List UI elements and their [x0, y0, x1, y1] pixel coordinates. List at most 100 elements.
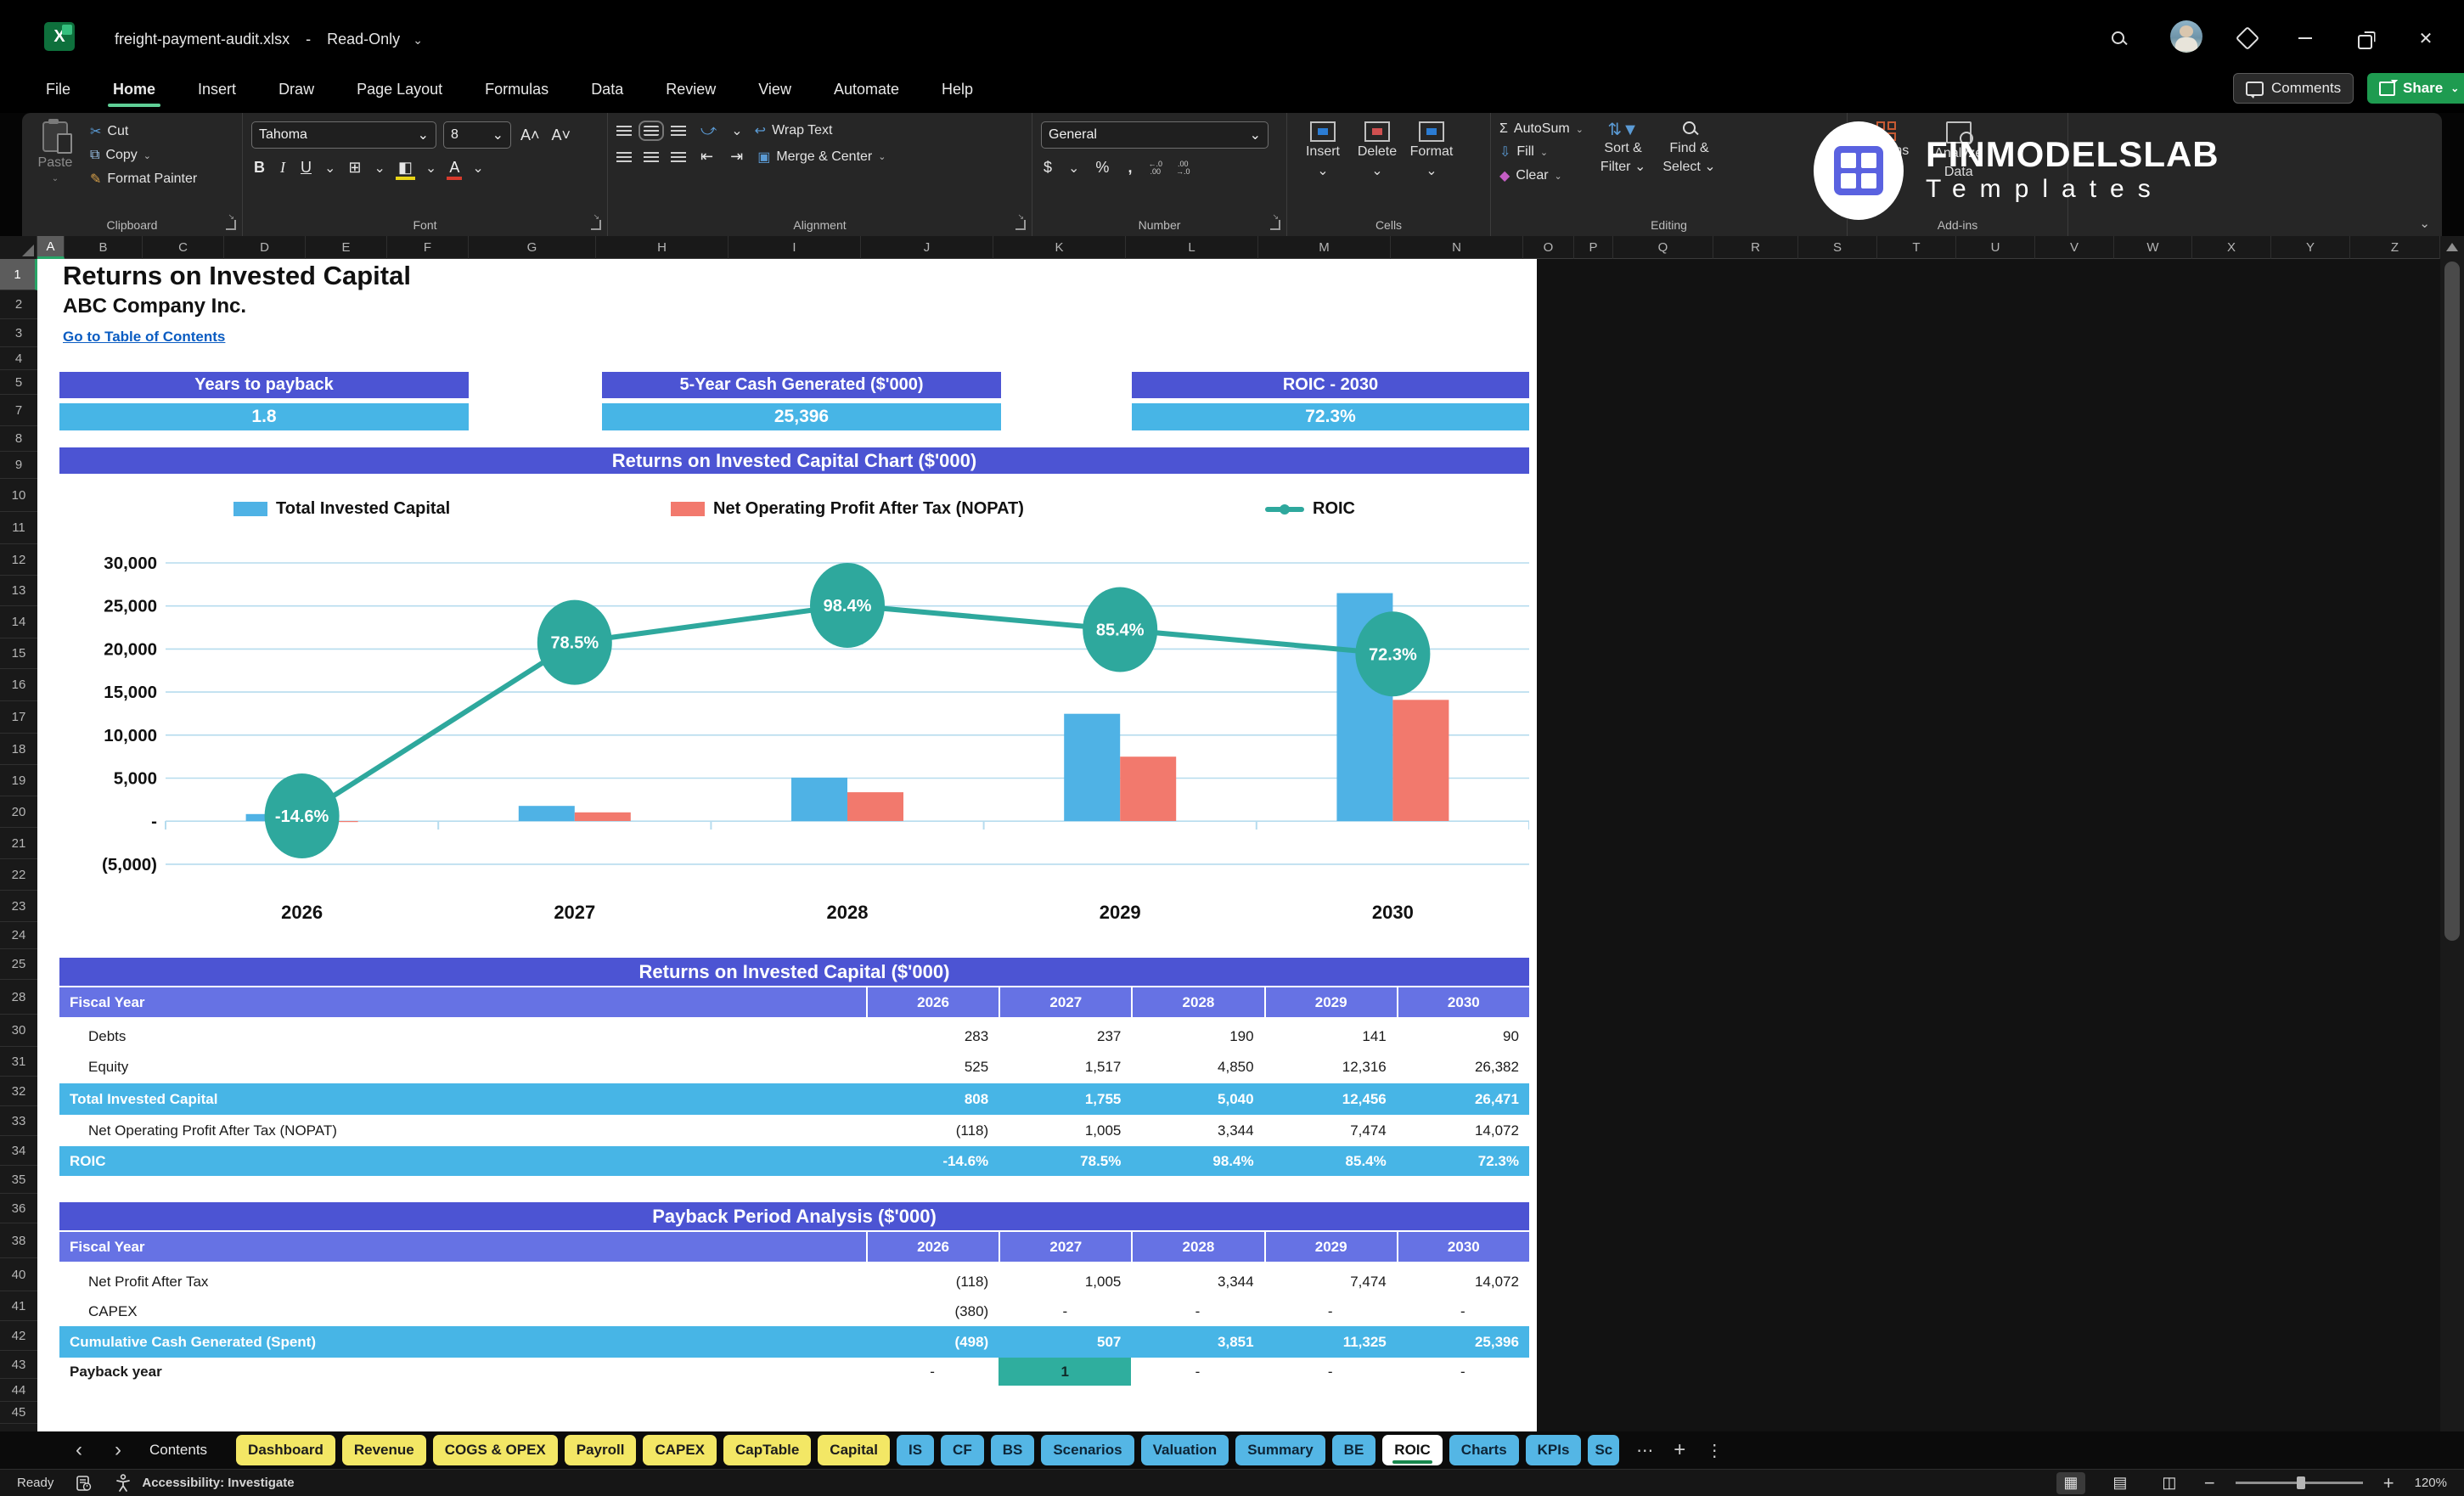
- next-sheet-arrow-icon[interactable]: ›: [98, 1438, 138, 1462]
- column-header-X[interactable]: X: [2192, 236, 2271, 259]
- search-icon[interactable]: [2106, 25, 2131, 51]
- column-header-Q[interactable]: Q: [1613, 236, 1713, 259]
- underline-button[interactable]: U: [298, 159, 314, 177]
- cut-button[interactable]: ✂ Cut: [90, 123, 197, 140]
- row-header-15[interactable]: 15: [0, 638, 37, 669]
- column-header-P[interactable]: P: [1574, 236, 1613, 259]
- row-header-38[interactable]: 38: [0, 1223, 37, 1258]
- menu-tab-view[interactable]: View: [757, 76, 793, 104]
- row-header-2[interactable]: 2: [0, 290, 37, 319]
- decrease-decimal-button[interactable]: .00 →.0: [1176, 160, 1190, 176]
- row-header-10[interactable]: 10: [0, 479, 37, 512]
- column-header-U[interactable]: U: [1956, 236, 2035, 259]
- column-header-H[interactable]: H: [596, 236, 729, 259]
- minimize-button[interactable]: [2292, 25, 2318, 51]
- menu-tab-formulas[interactable]: Formulas: [483, 76, 550, 104]
- column-header-T[interactable]: T: [1877, 236, 1956, 259]
- row-header-3[interactable]: 3: [0, 319, 37, 347]
- sheet-tab-roic[interactable]: ROIC: [1382, 1435, 1443, 1465]
- column-header-G[interactable]: G: [469, 236, 596, 259]
- row-header-22[interactable]: 22: [0, 859, 37, 891]
- wrap-text-button[interactable]: ↩ Wrap Text: [755, 122, 833, 139]
- sheet-tab-sc[interactable]: Sc: [1588, 1435, 1620, 1465]
- menu-tab-help[interactable]: Help: [940, 76, 975, 104]
- sheet-tab-charts[interactable]: Charts: [1449, 1435, 1519, 1465]
- fill-button[interactable]: ⇩ Fill ⌄: [1499, 143, 1584, 160]
- row-header-1[interactable]: 1: [0, 259, 37, 290]
- copy-button[interactable]: ⧉ Copy ⌄: [90, 148, 197, 163]
- row-header-41[interactable]: 41: [0, 1291, 37, 1321]
- row-header-43[interactable]: 43: [0, 1351, 37, 1379]
- column-header-K[interactable]: K: [993, 236, 1126, 259]
- column-header-C[interactable]: C: [143, 236, 224, 259]
- align-middle-button[interactable]: [639, 120, 664, 141]
- insert-cells-button[interactable]: Insert ⌄: [1296, 121, 1350, 179]
- number-format-select[interactable]: General ⌄: [1041, 121, 1269, 149]
- row-header-19[interactable]: 19: [0, 765, 37, 796]
- new-sheet-button[interactable]: +: [1674, 1438, 1685, 1462]
- format-painter-button[interactable]: ✎ Format Painter: [90, 171, 197, 188]
- workbook-statistics-icon[interactable]: [76, 1475, 93, 1492]
- row-header-42[interactable]: 42: [0, 1321, 37, 1351]
- zoom-slider[interactable]: [2235, 1476, 2363, 1489]
- comma-style-button[interactable]: ,: [1125, 159, 1134, 177]
- sheet-tab-capital[interactable]: Capital: [818, 1435, 890, 1465]
- align-bottom-button[interactable]: [671, 125, 686, 136]
- accounting-format-button[interactable]: $: [1041, 159, 1055, 177]
- sheet-tab-dashboard[interactable]: Dashboard: [236, 1435, 335, 1465]
- sheet-tab-valuation[interactable]: Valuation: [1140, 1435, 1229, 1465]
- clipboard-dialog-launcher-icon[interactable]: [226, 212, 236, 230]
- column-header-A[interactable]: A: [37, 236, 65, 259]
- row-header-28[interactable]: 28: [0, 980, 37, 1015]
- merge-center-button[interactable]: ▣ Merge & Center ⌄: [757, 149, 886, 166]
- percent-style-button[interactable]: %: [1093, 159, 1111, 177]
- row-header-24[interactable]: 24: [0, 922, 37, 949]
- tab-options-kebab-icon[interactable]: ⋮: [1706, 1440, 1723, 1461]
- restore-button[interactable]: [2352, 29, 2377, 54]
- collapse-ribbon-chevron-icon[interactable]: ⌄: [2419, 216, 2430, 231]
- comments-button[interactable]: Comments: [2233, 73, 2354, 104]
- row-header-35[interactable]: 35: [0, 1166, 37, 1194]
- row-header-30[interactable]: 30: [0, 1015, 37, 1047]
- italic-button[interactable]: I: [278, 159, 288, 177]
- sheet-tab-scenarios[interactable]: Scenarios: [1041, 1435, 1134, 1465]
- normal-view-button[interactable]: ▦: [2056, 1471, 2085, 1494]
- column-header-J[interactable]: J: [861, 236, 993, 259]
- format-cells-button[interactable]: Format ⌄: [1404, 121, 1459, 179]
- document-title[interactable]: freight-payment-audit.xlsx - Read-Only ⌄: [115, 31, 423, 48]
- column-header-W[interactable]: W: [2114, 236, 2192, 259]
- zoom-out-button[interactable]: −: [2204, 1472, 2215, 1494]
- align-right-button[interactable]: [671, 151, 686, 162]
- prev-sheet-arrow-icon[interactable]: ‹: [59, 1438, 98, 1462]
- row-header-11[interactable]: 11: [0, 512, 37, 544]
- clear-button[interactable]: ◆ Clear ⌄: [1499, 167, 1584, 184]
- column-header-E[interactable]: E: [306, 236, 387, 259]
- sheet-tab-bs[interactable]: BS: [990, 1435, 1035, 1465]
- decrease-indent-button[interactable]: ⇤: [698, 148, 716, 166]
- menu-tab-review[interactable]: Review: [664, 76, 717, 104]
- column-header-Y[interactable]: Y: [2271, 236, 2350, 259]
- orientation-button[interactable]: ⤻: [698, 121, 719, 139]
- row-header-12[interactable]: 12: [0, 544, 37, 576]
- column-header-F[interactable]: F: [387, 236, 469, 259]
- menu-tab-data[interactable]: Data: [589, 76, 625, 104]
- sort-filter-button[interactable]: ⇅▼ Sort & Filter ⌄: [1600, 121, 1645, 184]
- row-header-18[interactable]: 18: [0, 734, 37, 765]
- alignment-dialog-launcher-icon[interactable]: [1015, 212, 1026, 230]
- menu-tab-draw[interactable]: Draw: [277, 76, 316, 104]
- vertical-scrollbar[interactable]: [2440, 236, 2464, 1431]
- row-header-40[interactable]: 40: [0, 1258, 37, 1291]
- row-header-9[interactable]: 9: [0, 452, 37, 479]
- number-dialog-launcher-icon[interactable]: [1270, 212, 1280, 230]
- sheet-tab-contents[interactable]: Contents: [138, 1435, 219, 1465]
- accessibility-status[interactable]: Accessibility: Investigate: [142, 1476, 294, 1490]
- borders-button[interactable]: ⊞: [346, 159, 363, 177]
- sheet-tab-kpis[interactable]: KPIs: [1525, 1435, 1582, 1465]
- align-left-button[interactable]: [616, 151, 632, 162]
- row-header-16[interactable]: 16: [0, 669, 37, 701]
- sheet-tab-be[interactable]: BE: [1331, 1435, 1376, 1465]
- share-button[interactable]: Share ⌄: [2367, 73, 2464, 104]
- column-header-M[interactable]: M: [1258, 236, 1391, 259]
- bold-button[interactable]: B: [251, 159, 267, 177]
- sheet-tab-captable[interactable]: CapTable: [723, 1435, 812, 1465]
